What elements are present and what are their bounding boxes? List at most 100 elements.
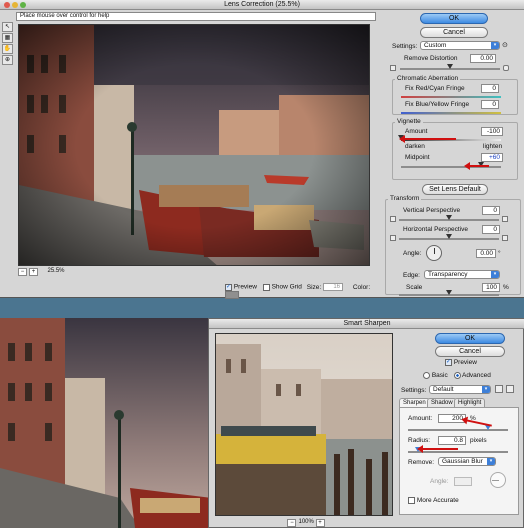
color-swatch[interactable]: [225, 291, 239, 299]
horizontal-perspective-field[interactable]: 0: [482, 225, 500, 234]
zoom-in-button[interactable]: +: [315, 519, 325, 527]
background-photo: [0, 318, 212, 528]
horizontal-perspective-icon: [390, 235, 396, 241]
remove-distortion-field[interactable]: 0.00: [470, 54, 496, 63]
more-accurate-option: More Accurate: [408, 497, 459, 504]
amount-arrow: [466, 419, 492, 427]
hand-tool-icon[interactable]: ⊕: [2, 55, 13, 65]
move-grid-tool-icon[interactable]: ✋: [2, 44, 13, 54]
edge-select[interactable]: Transparency ▾: [424, 270, 500, 279]
scale-thumb[interactable]: [446, 290, 452, 295]
remove-select[interactable]: Gaussian Blur ▾: [438, 457, 496, 466]
more-accurate-checkbox[interactable]: [408, 497, 415, 504]
vertical-perspective-field[interactable]: 0: [482, 206, 500, 215]
angle-unit: °: [498, 250, 501, 257]
fix-red-cyan-field[interactable]: 0: [481, 84, 499, 93]
basic-label: Basic: [431, 372, 448, 380]
preview-image[interactable]: [18, 24, 370, 266]
ok-button[interactable]: OK: [435, 333, 505, 344]
angle-field: [454, 477, 472, 486]
toolbox: ↖ ▦ ✋ ⊕: [2, 22, 14, 66]
zoom-level: 100%: [298, 519, 314, 525]
settings-select[interactable]: Default ▾: [429, 385, 491, 394]
pincushion-icon: [390, 65, 396, 71]
zoom-in-button[interactable]: +: [29, 268, 38, 276]
preview-checkbox[interactable]: ✓: [225, 283, 232, 291]
horizontal-perspective-thumb[interactable]: [446, 234, 452, 239]
vignette-amount-label: Amount: [405, 128, 428, 135]
vertical-perspective-thumb[interactable]: [446, 215, 452, 220]
canal-closeup-photo: [216, 334, 392, 515]
vertical-perspective-icon: [390, 216, 396, 222]
zoom-out-button[interactable]: −: [287, 519, 297, 527]
horizontal-perspective-icon-right: [502, 235, 508, 241]
show-grid-checkbox[interactable]: [262, 283, 270, 291]
smart-sharpen-window: Smart Sharpen −100% + OK Cancel ✓ Previe…: [208, 318, 524, 528]
tab-shadow[interactable]: Shadow: [427, 398, 457, 407]
set-lens-default-button[interactable]: Set Lens Default: [422, 184, 488, 195]
angle-field[interactable]: 0.00: [476, 249, 496, 258]
chevron-down-icon: ▾: [491, 42, 499, 49]
vignette-amount-field[interactable]: -100: [481, 127, 503, 136]
angle-dial[interactable]: [426, 245, 442, 261]
mode-options: Basic Advanced: [423, 372, 491, 379]
controls-panel: OK Cancel Settings: Custom ▾ ⊙ Remove Dis…: [382, 10, 524, 298]
remove-distortion-tool-icon[interactable]: ↖: [2, 22, 13, 32]
venice-photo-background: [0, 318, 212, 528]
minimize-icon[interactable]: [12, 2, 18, 8]
show-grid-label: Show Grid: [271, 283, 302, 291]
vignette-midpoint-label: Midpoint: [405, 154, 430, 161]
preview-options: ✓ Preview Show Grid Size: 16 Color:: [225, 283, 385, 299]
delete-settings-icon[interactable]: [506, 385, 514, 393]
zoom-out-button[interactable]: −: [18, 268, 27, 276]
preview-option: ✓ Preview: [445, 359, 477, 366]
amount-label: Amount:: [408, 415, 433, 422]
vignette-midpoint-arrow: [464, 162, 489, 170]
settings-label: Settings:: [401, 387, 427, 394]
fix-blue-yellow-field[interactable]: 0: [481, 100, 499, 109]
zoom-icon[interactable]: [20, 2, 26, 8]
radius-slider[interactable]: [408, 451, 508, 453]
radius-arrow: [417, 445, 458, 453]
cancel-button[interactable]: Cancel: [435, 346, 505, 357]
fix-red-cyan-slider[interactable]: [401, 96, 501, 98]
vignette-midpoint-field[interactable]: +60: [481, 153, 503, 162]
ok-button[interactable]: OK: [420, 13, 488, 24]
chevron-down-icon: ▾: [487, 458, 495, 465]
radius-unit: pixels: [470, 437, 487, 444]
angle-label: Angle:: [403, 250, 422, 257]
settings-menu-icon[interactable]: ⊙: [502, 41, 508, 49]
angle-dial: [490, 472, 506, 488]
tab-highlight[interactable]: Highlight: [454, 398, 486, 407]
settings-select[interactable]: Custom ▾: [420, 41, 500, 50]
chromatic-aberration-group: Chromatic Aberration Fix Red/Cyan Fringe…: [392, 75, 518, 115]
tab-sharpen[interactable]: Sharpen: [399, 398, 430, 407]
edge-value: Transparency: [428, 271, 468, 278]
preview-checkbox[interactable]: ✓: [445, 359, 452, 366]
size-field[interactable]: 16: [323, 283, 343, 291]
radius-field[interactable]: 0.8: [438, 436, 466, 445]
remove-distortion-thumb[interactable]: [447, 64, 453, 69]
chevron-down-icon: ▾: [491, 271, 499, 278]
amount-slider[interactable]: [408, 429, 508, 431]
chevron-down-icon: ▾: [482, 386, 490, 393]
fix-blue-yellow-slider[interactable]: [401, 112, 501, 114]
sharpen-preview-image[interactable]: [215, 333, 393, 516]
close-icon[interactable]: [4, 2, 10, 8]
chromatic-aberration-title: Chromatic Aberration: [395, 75, 461, 82]
lighten-label: lighten: [483, 143, 503, 150]
scale-field[interactable]: 100: [482, 283, 500, 292]
scale-label: Scale: [406, 284, 423, 291]
scale-unit: %: [503, 284, 509, 291]
straighten-tool-icon[interactable]: ▦: [2, 33, 13, 43]
save-settings-icon[interactable]: [495, 385, 503, 393]
preview-label: Preview: [453, 359, 477, 367]
basic-radio[interactable]: [423, 372, 430, 379]
window-title: Smart Sharpen: [209, 319, 524, 329]
advanced-radio[interactable]: [453, 372, 461, 379]
settings-value: Default: [433, 386, 454, 393]
venice-photo: [19, 25, 369, 265]
cancel-button[interactable]: Cancel: [420, 27, 488, 38]
vertical-perspective-label: Vertical Perspective: [403, 207, 461, 214]
radius-label: Radius:: [408, 437, 431, 444]
